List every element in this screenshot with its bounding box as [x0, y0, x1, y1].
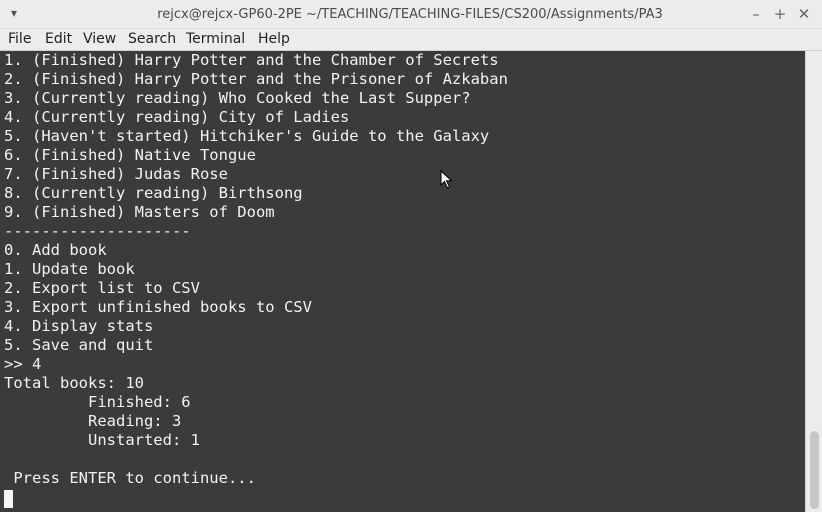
scrollbar-thumb[interactable]	[810, 431, 819, 509]
menu-help[interactable]: Help	[254, 29, 294, 51]
terminal-output[interactable]: 1. (Finished) Harry Potter and the Chamb…	[0, 51, 805, 512]
terminal-line: 5. (Haven't started) Hitchiker's Guide t…	[4, 127, 490, 145]
terminal-window: ▾ rejcx@rejcx-GP60-2PE ~/TEACHING/TEACHI…	[0, 0, 822, 512]
terminal-line: 3. (Currently reading) Who Cooked the La…	[4, 89, 471, 107]
terminal-separator: --------------------	[4, 222, 191, 240]
terminal-line: Press ENTER to continue...	[4, 469, 256, 487]
mouse-pointer-icon	[440, 170, 453, 189]
terminal-line: 7. (Finished) Judas Rose	[4, 165, 228, 183]
terminal-line: 4. (Currently reading) City of Ladies	[4, 108, 350, 126]
terminal-prompt: >> 4	[4, 355, 42, 373]
terminal-line: 0. Add book	[4, 241, 107, 259]
minimize-icon[interactable]: –	[746, 4, 766, 24]
menu-bar: File Edit View Search Terminal Help	[0, 29, 822, 51]
vertical-scrollbar[interactable]	[805, 51, 822, 512]
maximize-icon[interactable]: +	[770, 4, 790, 24]
terminal-line: Total books: 10	[4, 374, 144, 392]
terminal-line: 2. Export list to CSV	[4, 279, 200, 297]
window-title: rejcx@rejcx-GP60-2PE ~/TEACHING/TEACHING…	[157, 7, 663, 22]
text-cursor	[4, 490, 13, 508]
menu-terminal[interactable]: Terminal	[182, 29, 249, 51]
terminal-line: Reading: 3	[4, 412, 182, 430]
terminal-line: Finished: 6	[4, 393, 191, 411]
title-bar[interactable]: ▾ rejcx@rejcx-GP60-2PE ~/TEACHING/TEACHI…	[0, 0, 822, 29]
terminal-line: Unstarted: 1	[4, 431, 200, 449]
terminal-line: 8. (Currently reading) Birthsong	[4, 184, 303, 202]
terminal-line: 2. (Finished) Harry Potter and the Priso…	[4, 70, 508, 88]
menu-view[interactable]: View	[79, 29, 120, 51]
menu-edit[interactable]: Edit	[41, 29, 76, 51]
window-menu-icon[interactable]: ▾	[6, 4, 22, 22]
terminal-line: 5. Save and quit	[4, 336, 154, 354]
menu-search[interactable]: Search	[124, 29, 180, 51]
terminal-line: 1. (Finished) Harry Potter and the Chamb…	[4, 51, 499, 69]
menu-file[interactable]: File	[4, 29, 35, 51]
terminal-line: 3. Export unfinished books to CSV	[4, 298, 312, 316]
close-icon[interactable]: ✕	[794, 4, 814, 24]
terminal-line: 6. (Finished) Native Tongue	[4, 146, 256, 164]
terminal-line: 1. Update book	[4, 260, 135, 278]
terminal-line: 9. (Finished) Masters of Doom	[4, 203, 275, 221]
terminal-line: 4. Display stats	[4, 317, 154, 335]
